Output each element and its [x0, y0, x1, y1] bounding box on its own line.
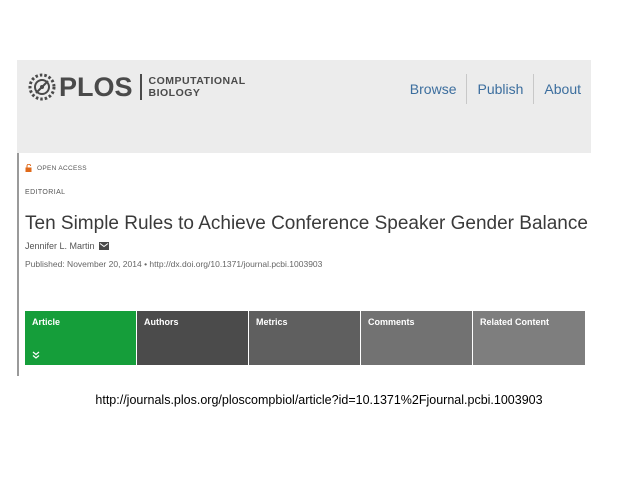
article-tabs: Article Authors Metrics Comments Related…: [25, 311, 585, 365]
tab-metrics[interactable]: Metrics: [249, 311, 360, 365]
logo-divider: [139, 74, 142, 100]
article-header: OPEN ACCESS EDITORIAL Ten Simple Rules t…: [25, 164, 588, 269]
tab-label: Article: [32, 317, 61, 327]
nav-browse[interactable]: Browse: [400, 74, 467, 104]
article-screenshot: PLOS COMPUTATIONAL BIOLOGY Browse Publis…: [17, 60, 591, 376]
plos-globe-icon: [28, 73, 56, 101]
journal-name-line-2: BIOLOGY: [148, 87, 201, 99]
publication-info: Published: November 20, 2014 • http://dx…: [25, 259, 323, 269]
open-access-badge: OPEN ACCESS: [25, 164, 585, 172]
tab-related-content[interactable]: Related Content: [473, 311, 585, 365]
tab-comments[interactable]: Comments: [361, 311, 472, 365]
author-name[interactable]: Jennifer L. Martin: [25, 241, 95, 251]
nav-publish[interactable]: Publish: [467, 74, 533, 104]
main-nav: Browse Publish About: [400, 74, 591, 104]
tab-authors[interactable]: Authors: [137, 311, 248, 365]
plos-logo[interactable]: PLOS COMPUTATIONAL BIOLOGY: [27, 72, 246, 102]
tab-label: Authors: [144, 317, 179, 327]
author-line: Jennifer L. Martin: [25, 241, 585, 251]
tab-label: Related Content: [480, 317, 550, 327]
open-lock-icon: [25, 164, 32, 172]
source-url-caption[interactable]: http://journals.plos.org/ploscompbiol/ar…: [0, 393, 638, 407]
journal-name-line-1: COMPUTATIONAL: [148, 75, 246, 87]
site-header: PLOS COMPUTATIONAL BIOLOGY Browse Publis…: [17, 60, 591, 153]
email-icon[interactable]: [98, 242, 109, 250]
article-type: EDITORIAL: [25, 189, 66, 196]
logo-wordmark: PLOS: [59, 72, 133, 102]
article-title: Ten Simple Rules to Achieve Conference S…: [25, 213, 588, 234]
open-access-label: OPEN ACCESS: [37, 164, 87, 172]
tab-article[interactable]: Article: [25, 311, 136, 365]
tab-label: Comments: [368, 317, 415, 327]
nav-about[interactable]: About: [534, 74, 591, 104]
tab-label: Metrics: [256, 317, 288, 327]
chevron-down-icon: [32, 351, 40, 359]
journal-name: COMPUTATIONAL BIOLOGY: [149, 75, 246, 99]
